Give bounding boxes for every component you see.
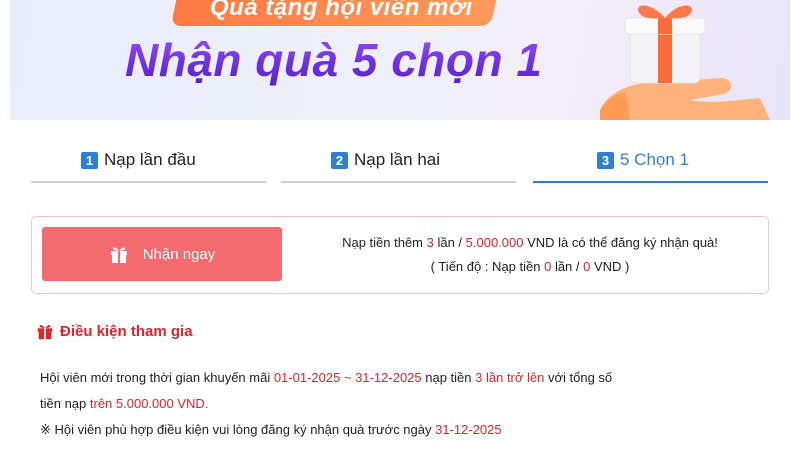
condition-line: tiền nạp trên 5.000.000 VND. [40,396,209,411]
step-number-badge: 2 [331,151,348,169]
tab-label: Nạp lần hai [354,150,441,169]
step-tabs: 1 Nạp lần đầu 2 Nạp lần hai 3 5 Chọn 1 [31,140,768,185]
gift-icon [110,247,127,263]
claim-panel: Nhận ngay Nạp tiền thêm 3 lần / 5.000.00… [31,216,769,294]
promo-banner: Quà tặng hội viên mới Nhận quà 5 chọn 1 [10,0,790,120]
condition-note: ※ Hội viên phù hợp điều kiện vui lòng đă… [40,422,502,437]
tab-second-deposit[interactable]: 2 Nạp lần hai [281,140,516,185]
gift-icon [37,325,53,340]
times-requirement: 3 lần trở lên [475,370,545,385]
tab-underline [281,181,516,183]
claim-now-button[interactable]: Nhận ngay [42,227,282,281]
step-number-badge: 1 [81,151,98,169]
required-amount: 5.000.000 [465,235,524,250]
banner-ribbon-text: Quà tặng hội viên mới [210,0,473,21]
tab-underline-active [533,181,768,183]
conditions-title: Điều kiện tham gia [60,322,193,340]
claim-info: Nạp tiền thêm 3 lần / 5.000.000 VND là c… [300,231,760,279]
required-times: 3 [426,235,434,250]
condition-line: Hội viên mới trong thời gian khuyến mãi … [40,370,613,385]
progress-text: ( Tiến độ : Nạp tiền 0 lần / 0 VND ) [430,259,630,274]
step-number-badge: 3 [597,151,614,169]
conditions-heading: Điều kiện tham gia [36,322,193,340]
deadline-date: 31-12-2025 [435,422,502,437]
tab-label: Nạp lần đầu [104,150,196,169]
tab-first-deposit[interactable]: 1 Nạp lần đầu [31,140,266,185]
claim-now-label: Nhận ngay [142,245,216,263]
tab-underline [31,181,266,183]
tab-choose-one[interactable]: 3 5 Chọn 1 [533,140,768,185]
requirement-text: Nạp tiền thêm 3 lần / 5.000.000 VND là c… [342,235,718,250]
banner-headline: Nhận quà 5 chọn 1 [125,34,543,86]
amount-requirement: trên 5.000.000 VND. [89,396,209,411]
promo-date-range: 01-01-2025 ~ 31-12-2025 [273,370,422,385]
conditions-body: Hội viên mới trong thời gian khuyến mãi … [40,365,770,443]
tab-label: 5 Chọn 1 [620,150,689,169]
gift-hand-illustration [600,5,770,120]
